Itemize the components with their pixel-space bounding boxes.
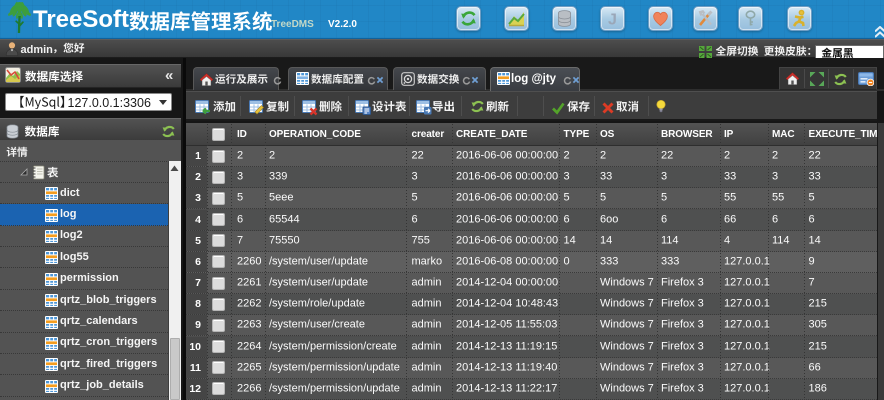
svg-text:J: J (608, 12, 617, 29)
